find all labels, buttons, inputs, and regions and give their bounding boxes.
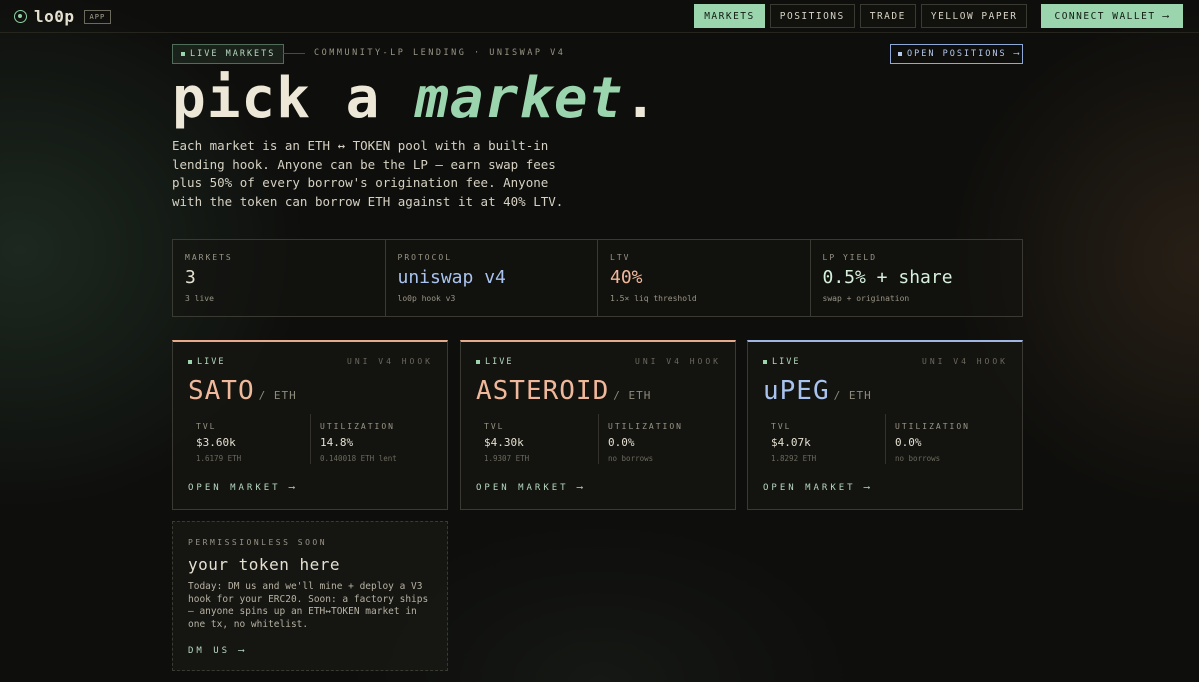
nav-trade[interactable]: TRADE [859, 4, 916, 28]
divider-line [283, 53, 305, 54]
stat-label: LP YIELD [822, 253, 878, 262]
stat-note: 1.5× liq threshold [610, 294, 697, 303]
permissionless-label: PERMISSIONLESS SOON [188, 538, 328, 547]
hook-label: UNI V4 HOOK [635, 357, 721, 366]
open-market-link[interactable]: OPEN MARKET ⟶ [763, 483, 872, 493]
status-square-icon [181, 52, 185, 56]
tvl-metric: TVL $4.07k 1.8292 ETH [771, 422, 886, 463]
top-bar: lo0p APP MARKETS POSITIONS TRADE YELLOW … [0, 0, 1199, 33]
status-square-icon [476, 360, 480, 364]
token-symbol: uPEG [763, 376, 830, 406]
live-badge: LIVE [476, 357, 513, 367]
utilization-metric: UTILIZATION 0.0% no borrows [885, 414, 1000, 464]
tvl-metric: TVL $3.60k 1.6179 ETH [196, 422, 311, 463]
open-positions-button[interactable]: OPEN POSITIONS ⟶ [890, 44, 1023, 64]
pair-label: / ETH [258, 389, 297, 402]
token-symbol: SATO [188, 376, 255, 406]
hook-label: UNI V4 HOOK [922, 357, 1008, 366]
stat-markets: MARKETS 3 3 live [173, 240, 386, 316]
market-card-asteroid[interactable]: LIVE UNI V4 HOOK ASTEROID / ETH TVL $4.30… [460, 340, 736, 510]
stat-protocol: PROTOCOL uniswap v4 lo0p hook v3 [386, 240, 598, 316]
live-badge: LIVE [763, 357, 800, 367]
market-name: uPEG / ETH [763, 376, 872, 406]
utilization-value: 0.0% [895, 436, 922, 449]
market-name: ASTEROID / ETH [476, 376, 651, 406]
page-title: pick a market. [172, 66, 658, 131]
tvl-value: $3.60k [196, 436, 236, 449]
live-label: LIVE [772, 357, 801, 367]
logo[interactable]: lo0p APP [14, 7, 112, 26]
stat-ltv: LTV 40% 1.5× liq threshold [598, 240, 811, 316]
stat-label: LTV [610, 253, 631, 262]
main-nav: MARKETS POSITIONS TRADE YELLOW PAPER CON… [694, 4, 1183, 28]
utilization-metric: UTILIZATION 14.8% 0.140018 ETH lent [310, 414, 425, 464]
stat-value: uniswap v4 [397, 267, 506, 288]
open-positions-label: OPEN POSITIONS ⟶ [907, 49, 1021, 59]
status-square-icon [763, 360, 767, 364]
utilization-metric: UTILIZATION 0.0% no borrows [598, 414, 713, 464]
tvl-label: TVL [196, 422, 217, 431]
nav-positions[interactable]: POSITIONS [769, 4, 855, 28]
stat-note: swap + origination [822, 294, 910, 303]
pair-label: / ETH [613, 389, 652, 402]
stats-panel: MARKETS 3 3 live PROTOCOL uniswap v4 lo0… [172, 239, 1023, 317]
tvl-note: 1.9307 ETH [484, 454, 530, 463]
token-card-title: your token here [188, 555, 340, 574]
stat-label: MARKETS [185, 253, 233, 262]
utilization-note: no borrows [895, 454, 941, 463]
market-card-upeg[interactable]: LIVE UNI V4 HOOK uPEG / ETH TVL $4.07k 1.… [747, 340, 1023, 510]
live-label: LIVE [485, 357, 514, 367]
title-period: . [623, 66, 659, 131]
title-part-1: pick a [172, 66, 416, 131]
stat-note: lo0p hook v3 [397, 294, 456, 303]
tvl-label: TVL [484, 422, 505, 431]
tvl-label: TVL [771, 422, 792, 431]
stat-value: 40% [610, 267, 643, 288]
logo-text: lo0p [34, 7, 75, 26]
stat-value: 0.5% + share [822, 267, 953, 288]
nav-markets[interactable]: MARKETS [694, 4, 765, 28]
your-token-card: PERMISSIONLESS SOON your token here Toda… [172, 521, 448, 671]
live-markets-pill: LIVE MARKETS [172, 44, 285, 64]
token-symbol: ASTEROID [476, 376, 610, 406]
tvl-metric: TVL $4.30k 1.9307 ETH [484, 422, 599, 463]
token-card-description: Today: DM us and we'll mine + deploy a V… [188, 581, 429, 630]
status-square-icon [898, 52, 902, 56]
live-label: LIVE [197, 357, 226, 367]
utilization-value: 0.0% [608, 436, 635, 449]
market-name: SATO / ETH [188, 376, 297, 406]
hook-label: UNI V4 HOOK [347, 357, 433, 366]
tvl-note: 1.8292 ETH [771, 454, 817, 463]
utilization-value: 14.8% [320, 436, 354, 449]
loop-logo-icon [14, 10, 27, 23]
status-square-icon [188, 360, 192, 364]
nav-yellow-paper[interactable]: YELLOW PAPER [920, 4, 1028, 28]
utilization-note: 0.140018 ETH lent [320, 454, 397, 463]
market-card-sato[interactable]: LIVE UNI V4 HOOK SATO / ETH TVL $3.60k 1.… [172, 340, 448, 510]
open-market-link[interactable]: OPEN MARKET ⟶ [476, 483, 585, 493]
stat-value: 3 [185, 267, 196, 288]
stat-label: PROTOCOL [397, 253, 453, 262]
utilization-note: no borrows [608, 454, 654, 463]
live-badge: LIVE [188, 357, 225, 367]
pair-label: / ETH [833, 389, 872, 402]
tvl-note: 1.6179 ETH [196, 454, 242, 463]
intro-text: Each market is an ETH ↔ TOKEN pool with … [172, 138, 564, 209]
stat-lp-yield: LP YIELD 0.5% + share swap + origination [811, 240, 1023, 316]
hero-subtitle: COMMUNITY-LP LENDING · UNISWAP V4 [314, 48, 566, 58]
connect-wallet-button[interactable]: CONNECT WALLET ⟶ [1041, 4, 1183, 28]
utilization-label: UTILIZATION [608, 422, 683, 431]
dm-us-link[interactable]: DM US ⟶ [188, 646, 247, 656]
utilization-label: UTILIZATION [320, 422, 395, 431]
open-market-link[interactable]: OPEN MARKET ⟶ [188, 483, 297, 493]
stat-note: 3 live [185, 294, 214, 303]
live-markets-label: LIVE MARKETS [190, 49, 276, 59]
tvl-value: $4.07k [771, 436, 811, 449]
tvl-value: $4.30k [484, 436, 524, 449]
app-badge: APP [83, 9, 112, 24]
utilization-label: UTILIZATION [895, 422, 970, 431]
title-accent: market [415, 66, 624, 131]
